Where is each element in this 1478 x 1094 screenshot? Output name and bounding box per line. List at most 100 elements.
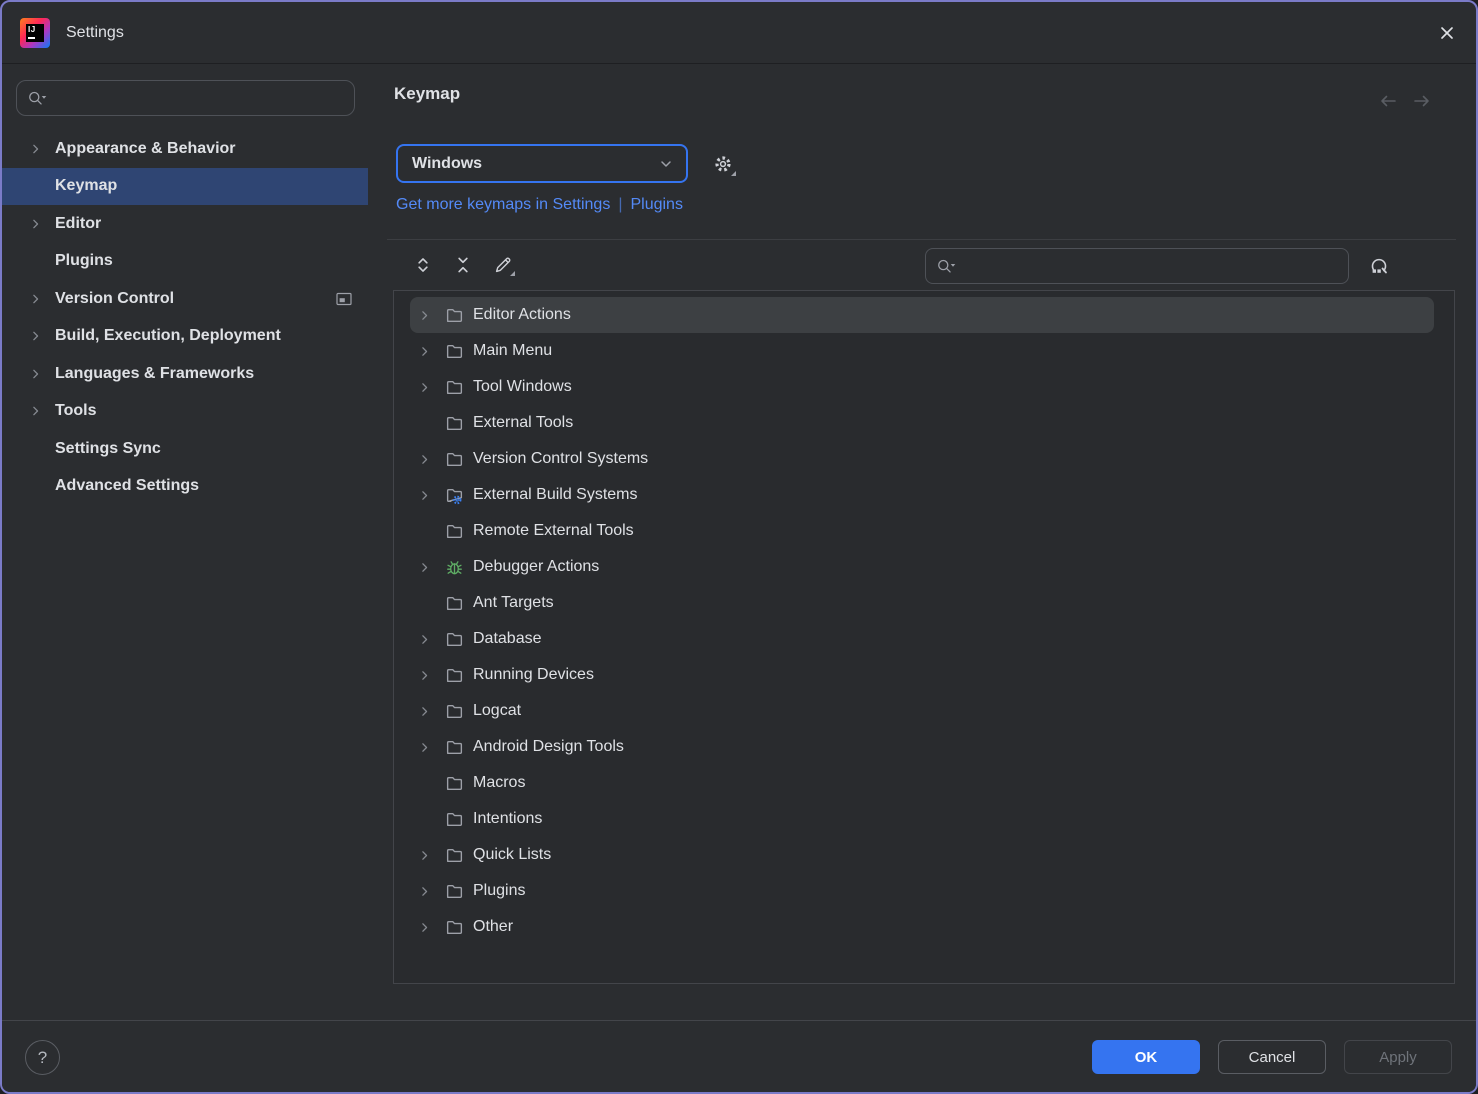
tree-row-label: Quick Lists — [473, 846, 552, 863]
edit-icon[interactable] — [489, 251, 517, 279]
cancel-button[interactable]: Cancel — [1218, 1040, 1326, 1074]
tree-row-label: Editor Actions — [473, 306, 571, 323]
tree-row-editor-actions[interactable]: Editor Actions — [410, 297, 1434, 333]
keymap-select-value: Windows — [412, 154, 483, 172]
folder-icon — [445, 738, 464, 757]
tree-row-label: Android Design Tools — [473, 738, 624, 755]
sidebar-item-label: Settings Sync — [55, 439, 161, 457]
action-search-input[interactable] — [960, 257, 1340, 275]
chevron-right-icon — [29, 330, 42, 343]
find-by-shortcut-icon[interactable] — [1364, 251, 1394, 279]
tree-row-macros[interactable]: Macros — [410, 765, 1434, 801]
folder-icon — [445, 522, 464, 541]
action-search-box[interactable] — [925, 248, 1349, 284]
folder-icon — [445, 702, 464, 721]
sidebar-item-version-control[interactable]: Version Control — [2, 280, 368, 318]
chevron-right-icon — [418, 381, 432, 394]
close-icon[interactable] — [1432, 18, 1462, 48]
toolbar-divider — [387, 239, 1456, 240]
tree-row-external-tools[interactable]: External Tools — [410, 405, 1434, 441]
keymap-action-tree: Editor Actions Main Menu Tool Windows Ex… — [393, 290, 1455, 984]
sidebar-item-label: Advanced Settings — [55, 477, 200, 495]
sidebar-item-settings-sync[interactable]: Settings Sync — [2, 430, 368, 468]
folder-icon — [445, 666, 464, 685]
folder-icon — [445, 810, 464, 829]
sidebar-search-box[interactable] — [16, 80, 355, 116]
collapse-all-icon[interactable] — [449, 251, 477, 279]
help-icon[interactable]: ? — [25, 1040, 60, 1075]
sidebar-search-input[interactable] — [51, 89, 346, 107]
apply-button[interactable]: Apply — [1344, 1040, 1452, 1074]
folder-icon — [445, 450, 464, 469]
intellij-logo-icon: IJ — [20, 17, 50, 48]
sidebar-item-build-execution-deployment[interactable]: Build, Execution, Deployment — [2, 318, 368, 356]
tree-row-label: Debugger Actions — [473, 558, 600, 575]
tree-row-label: Version Control Systems — [473, 450, 649, 467]
tree-row-label: Main Menu — [473, 342, 553, 359]
chevron-right-icon — [418, 633, 432, 646]
tree-row-label: Intentions — [473, 810, 543, 827]
keymap-options-gear-icon[interactable] — [708, 149, 738, 179]
folder-icon — [445, 846, 464, 865]
tree-row-intentions[interactable]: Intentions — [410, 801, 1434, 837]
get-more-keymaps-link[interactable]: Get more keymaps in Settings — [396, 196, 610, 214]
tree-row-external-build-systems[interactable]: External Build Systems — [410, 477, 1434, 513]
dialog-title: Settings — [66, 23, 124, 41]
chevron-right-icon — [418, 705, 432, 718]
tree-row-label: Database — [473, 630, 542, 647]
tree-row-other[interactable]: Other — [410, 909, 1434, 945]
chevron-right-icon — [418, 561, 432, 574]
tree-row-tool-windows[interactable]: Tool Windows — [410, 369, 1434, 405]
keymap-page: Keymap Windows Get more keymaps in Setti… — [387, 65, 1474, 1020]
tree-row-quick-lists[interactable]: Quick Lists — [410, 837, 1434, 873]
history-nav — [1376, 89, 1434, 113]
sidebar-item-label: Build, Execution, Deployment — [55, 327, 281, 345]
tree-row-label: External Tools — [473, 414, 574, 431]
sidebar-item-appearance-behavior[interactable]: Appearance & Behavior — [2, 130, 368, 168]
settings-sidebar: Appearance & Behavior Keymap Editor Plug… — [2, 65, 368, 1020]
sidebar-item-languages-frameworks[interactable]: Languages & Frameworks — [2, 355, 368, 393]
chevron-right-icon — [418, 849, 432, 862]
sidebar-item-editor[interactable]: Editor — [2, 205, 368, 243]
ok-button[interactable]: OK — [1092, 1040, 1200, 1074]
sidebar-item-tools[interactable]: Tools — [2, 393, 368, 431]
link-separator: | — [618, 196, 623, 213]
folder-icon — [445, 306, 464, 325]
folder-icon — [445, 918, 464, 937]
sidebar-item-keymap[interactable]: Keymap — [2, 167, 368, 205]
tree-row-main-menu[interactable]: Main Menu — [410, 333, 1434, 369]
tree-row-remote-external-tools[interactable]: Remote External Tools — [410, 513, 1434, 549]
chevron-right-icon — [29, 142, 42, 155]
bug-icon — [445, 558, 464, 577]
tree-row-logcat[interactable]: Logcat — [410, 693, 1434, 729]
chevron-right-icon — [418, 741, 432, 754]
tree-row-plugins[interactable]: Plugins — [410, 873, 1434, 909]
back-arrow-icon[interactable] — [1376, 89, 1400, 113]
sidebar-item-advanced-settings[interactable]: Advanced Settings — [2, 468, 368, 506]
tree-row-label: Plugins — [473, 882, 526, 899]
folder-icon — [445, 378, 464, 397]
folder-icon — [445, 414, 464, 433]
expand-all-icon[interactable] — [409, 251, 437, 279]
tree-row-label: Remote External Tools — [473, 522, 634, 539]
tree-row-version-control-systems[interactable]: Version Control Systems — [410, 441, 1434, 477]
tree-row-database[interactable]: Database — [410, 621, 1434, 657]
sidebar-item-label: Editor — [55, 214, 102, 232]
tree-row-ant-targets[interactable]: Ant Targets — [410, 585, 1434, 621]
sidebar-item-plugins[interactable]: Plugins — [2, 243, 368, 281]
plugins-link[interactable]: Plugins — [630, 196, 682, 214]
tree-row-label: External Build Systems — [473, 486, 638, 503]
tree-row-running-devices[interactable]: Running Devices — [410, 657, 1434, 693]
tree-row-debugger-actions[interactable]: Debugger Actions — [410, 549, 1434, 585]
sidebar-list: Appearance & Behavior Keymap Editor Plug… — [2, 130, 368, 505]
tree-row-label: Tool Windows — [473, 378, 572, 395]
tree-row-android-design-tools[interactable]: Android Design Tools — [410, 729, 1434, 765]
keymap-links: Get more keymaps in Settings | Plugins — [396, 196, 683, 214]
forward-arrow-icon[interactable] — [1410, 89, 1434, 113]
folder-icon — [445, 342, 464, 361]
chevron-right-icon — [29, 217, 42, 230]
titlebar: IJ Settings — [2, 2, 1476, 64]
keymap-select[interactable]: Windows — [396, 144, 688, 183]
screen-icon — [336, 292, 352, 306]
settings-dialog: IJ Settings Appearance & Behavior Keymap… — [0, 0, 1478, 1094]
